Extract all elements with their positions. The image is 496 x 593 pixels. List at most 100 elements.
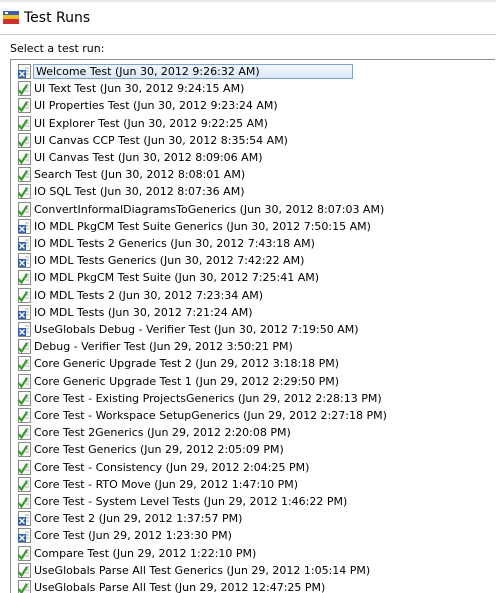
test-run-passed-icon xyxy=(17,494,31,509)
test-run-error-icon xyxy=(18,304,31,320)
test-run-passed-icon xyxy=(17,580,31,593)
test-run-item-selected[interactable]: Welcome Test (Jun 30, 2012 9:26:32 AM) xyxy=(17,63,353,80)
test-run-passed-icon xyxy=(17,115,31,131)
test-run-label: Core Test Generics (Jun 29, 2012 2:05:09… xyxy=(34,443,284,457)
test-run-item[interactable]: UI Canvas CCP Test (Jun 30, 2012 8:35:54… xyxy=(17,132,289,149)
test-run-item[interactable]: IO MDL PkgCM Test Suite (Jun 30, 2012 7:… xyxy=(17,269,320,286)
test-run-label: Welcome Test (Jun 30, 2012 9:26:32 AM) xyxy=(33,64,353,79)
test-run-item[interactable]: Core Test - RTO Move (Jun 29, 2012 1:47:… xyxy=(17,476,299,493)
test-run-list[interactable]: Welcome Test (Jun 30, 2012 9:26:32 AM) UI… xyxy=(10,59,495,593)
test-run-error-icon xyxy=(18,218,31,234)
test-run-label: UseGlobals Parse All Test Generics (Jun … xyxy=(34,563,371,577)
test-run-label: Core Generic Upgrade Test 1 (Jun 29, 201… xyxy=(34,374,340,388)
test-run-passed-icon xyxy=(17,339,31,355)
test-run-item[interactable]: IO MDL Tests Generics (Jun 30, 2012 7:42… xyxy=(17,252,305,269)
test-run-label: Core Test 2Generics (Jun 29, 2012 2:20:0… xyxy=(34,426,291,440)
test-run-item[interactable]: Compare Test (Jun 29, 2012 1:22:10 PM) xyxy=(17,545,257,562)
test-run-passed-icon xyxy=(17,562,31,578)
test-run-label: IO MDL PkgCM Test Suite (Jun 30, 2012 7:… xyxy=(34,271,320,285)
select-test-run-label: Select a test run: xyxy=(10,42,105,55)
test-run-label: Debug - Verifier Test (Jun 29, 2012 3:50… xyxy=(34,340,293,354)
test-run-label: UI Explorer Test (Jun 30, 2012 9:22:25 A… xyxy=(34,116,268,130)
test-run-item[interactable]: Search Test (Jun 30, 2012 8:08:01 AM) xyxy=(17,166,246,183)
test-run-error-icon xyxy=(18,64,31,79)
test-run-item[interactable]: IO MDL Tests (Jun 30, 2012 7:21:24 AM) xyxy=(17,304,254,321)
test-run-passed-icon xyxy=(17,270,31,286)
test-run-label: IO MDL Tests (Jun 30, 2012 7:21:24 AM) xyxy=(34,305,253,319)
test-run-passed-icon xyxy=(17,476,31,492)
test-run-label: IO MDL Tests Generics (Jun 30, 2012 7:42… xyxy=(34,254,305,268)
test-run-error-icon xyxy=(18,528,31,544)
test-run-passed-icon xyxy=(17,425,31,441)
test-run-label: Core Test (Jun 29, 2012 1:23:30 PM) xyxy=(34,529,232,543)
test-run-passed-icon xyxy=(17,167,31,183)
test-run-item[interactable]: Core Test (Jun 29, 2012 1:23:30 PM) xyxy=(17,527,233,544)
test-run-item[interactable]: Core Test 2 (Jun 29, 2012 1:37:57 PM) xyxy=(17,510,243,527)
test-run-passed-icon xyxy=(17,150,31,165)
test-run-label: IO MDL PkgCM Test Suite Generics (Jun 30… xyxy=(34,219,371,233)
test-run-item[interactable]: Core Test 2Generics (Jun 29, 2012 2:20:0… xyxy=(17,424,292,441)
test-run-item[interactable]: Core Test - Consistency (Jun 29, 2012 2:… xyxy=(17,459,310,476)
test-run-label: UI Canvas CCP Test (Jun 30, 2012 8:35:54… xyxy=(34,133,288,147)
test-run-label: Search Test (Jun 30, 2012 8:08:01 AM) xyxy=(34,168,246,182)
test-run-item[interactable]: UI Canvas Test (Jun 30, 2012 8:09:06 AM) xyxy=(17,149,264,166)
test-run-error-icon xyxy=(18,511,31,527)
test-run-label: Core Test - RTO Move (Jun 29, 2012 1:47:… xyxy=(34,477,299,491)
test-run-item[interactable]: UseGlobals Parse All Test Generics (Jun … xyxy=(17,562,371,579)
test-run-item[interactable]: Core Test - System Level Tests (Jun 29, … xyxy=(17,493,348,510)
test-run-passed-icon xyxy=(17,390,31,406)
test-run-error-icon xyxy=(18,236,31,251)
test-run-item[interactable]: UI Text Test (Jun 30, 2012 9:24:15 AM) xyxy=(17,80,245,97)
test-run-passed-icon xyxy=(17,132,31,148)
test-run-label: Core Test - Existing ProjectsGenerics (J… xyxy=(34,391,382,405)
test-run-item[interactable]: UseGlobals Debug - Verifier Test (Jun 30… xyxy=(17,321,360,338)
title-bar-divider xyxy=(0,34,496,35)
test-run-item[interactable]: IO MDL Tests 2 (Jun 30, 2012 7:23:34 AM) xyxy=(17,287,264,304)
test-run-item[interactable]: Debug - Verifier Test (Jun 29, 2012 3:50… xyxy=(17,338,294,355)
test-run-passed-icon xyxy=(17,442,31,458)
test-run-error-icon xyxy=(18,322,31,337)
test-run-item[interactable]: Core Generic Upgrade Test 1 (Jun 29, 201… xyxy=(17,373,340,390)
test-run-label: UI Text Test (Jun 30, 2012 9:24:15 AM) xyxy=(34,82,245,96)
test-run-item[interactable]: ConvertInformalDiagramsToGenerics (Jun 3… xyxy=(17,201,385,218)
test-run-passed-icon xyxy=(17,408,31,423)
test-run-label: Core Test - Workspace SetupGenerics (Jun… xyxy=(34,409,387,422)
window-title: Test Runs xyxy=(24,10,91,26)
test-run-item[interactable]: Core Generic Upgrade Test 2 (Jun 29, 201… xyxy=(17,355,340,372)
title-bar: Test Runs xyxy=(0,0,496,35)
test-run-label: ConvertInformalDiagramsToGenerics (Jun 3… xyxy=(34,202,385,216)
test-run-item[interactable]: Core Test - Workspace SetupGenerics (Jun… xyxy=(17,407,388,424)
test-run-passed-icon xyxy=(17,201,31,217)
test-run-item[interactable]: UseGlobals Parse All Test (Jun 29, 2012 … xyxy=(17,579,326,593)
test-run-label: Core Test - System Level Tests (Jun 29, … xyxy=(34,495,348,508)
test-run-passed-icon xyxy=(17,356,31,372)
test-run-item[interactable]: UI Explorer Test (Jun 30, 2012 9:22:25 A… xyxy=(17,115,269,132)
title-bar-edge xyxy=(0,0,496,2)
test-run-label: UI Properties Test (Jun 30, 2012 9:23:24… xyxy=(34,99,278,113)
test-runs-app-icon xyxy=(3,11,19,24)
test-run-label: IO SQL Test (Jun 30, 2012 8:07:36 AM) xyxy=(34,185,245,199)
test-run-passed-icon xyxy=(17,184,31,200)
test-run-label: Core Generic Upgrade Test 2 (Jun 29, 201… xyxy=(34,357,340,371)
test-run-item[interactable]: Core Test Generics (Jun 29, 2012 2:05:09… xyxy=(17,441,285,458)
test-run-label: Compare Test (Jun 29, 2012 1:22:10 PM) xyxy=(34,546,257,560)
test-runs-window: Test Runs Select a test run: Welcome Tes… xyxy=(0,0,496,593)
test-run-passed-icon xyxy=(17,98,31,114)
test-run-label: UseGlobals Debug - Verifier Test (Jun 30… xyxy=(34,323,359,336)
test-run-label: UI Canvas Test (Jun 30, 2012 8:09:06 AM) xyxy=(34,151,263,164)
test-run-passed-icon xyxy=(17,459,31,475)
test-run-label: IO MDL Tests 2 Generics (Jun 30, 2012 7:… xyxy=(34,237,315,250)
test-run-item[interactable]: UI Properties Test (Jun 30, 2012 9:23:24… xyxy=(17,97,279,114)
test-run-passed-icon xyxy=(17,287,31,303)
test-run-item[interactable]: IO MDL Tests 2 Generics (Jun 30, 2012 7:… xyxy=(17,235,316,252)
test-run-passed-icon xyxy=(17,373,31,389)
test-run-label: Core Test 2 (Jun 29, 2012 1:37:57 PM) xyxy=(34,512,243,526)
test-run-passed-icon xyxy=(17,81,31,97)
test-run-label: Core Test - Consistency (Jun 29, 2012 2:… xyxy=(34,460,310,474)
test-run-error-icon xyxy=(18,253,31,269)
test-run-item[interactable]: IO SQL Test (Jun 30, 2012 8:07:36 AM) xyxy=(17,183,246,200)
test-run-label: IO MDL Tests 2 (Jun 30, 2012 7:23:34 AM) xyxy=(34,288,264,302)
test-run-item[interactable]: Core Test - Existing ProjectsGenerics (J… xyxy=(17,390,383,407)
test-run-passed-icon xyxy=(17,545,31,561)
test-run-item[interactable]: IO MDL PkgCM Test Suite Generics (Jun 30… xyxy=(17,218,372,235)
